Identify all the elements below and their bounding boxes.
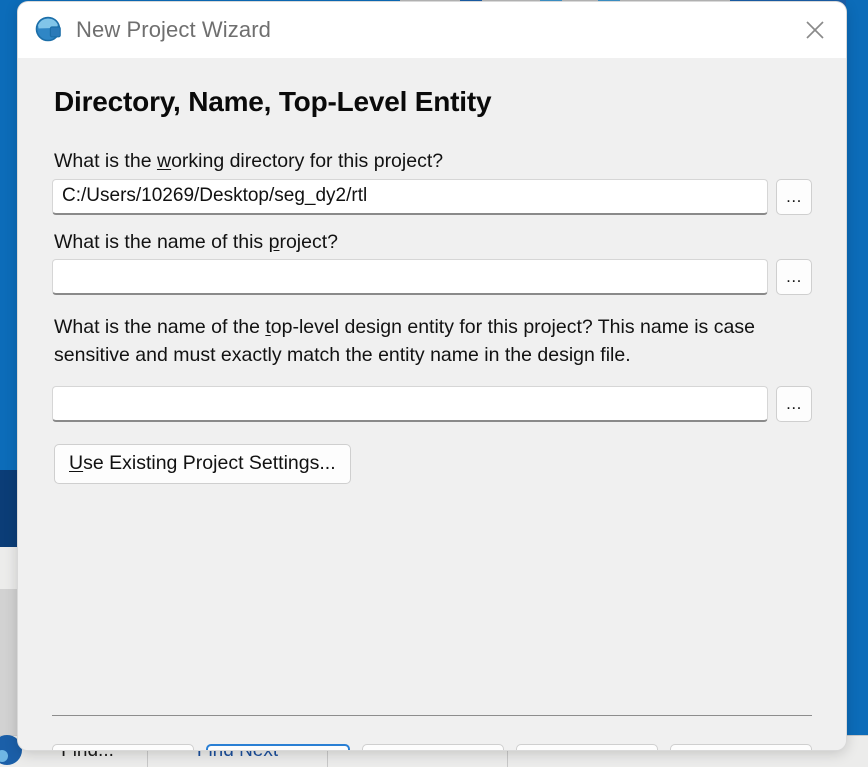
background-left-blue-panel — [0, 0, 20, 470]
top-level-entity-label: What is the name of the top-level design… — [54, 313, 812, 370]
background-left-light-panel — [0, 547, 20, 589]
label-mnemonic: p — [268, 230, 280, 253]
top-level-entity-input[interactable] — [52, 385, 768, 422]
dialog-body: Directory, Name, Top-Level Entity What i… — [18, 58, 846, 750]
background-left-navy-panel — [0, 470, 20, 547]
label-part: What is the name of the — [54, 316, 266, 338]
working-directory-input[interactable]: C:/Users/10269/Desktop/seg_dy2/rtl — [52, 178, 768, 215]
label-mnemonic: w — [156, 150, 172, 172]
label-part: What is the name of this — [54, 230, 269, 253]
working-directory-row: C:/Users/10269/Desktop/seg_dy2/rtl ... — [52, 178, 812, 215]
page-title: Directory, Name, Top-Level Entity — [54, 86, 492, 117]
label-part: orking directory for this project? — [171, 150, 444, 172]
cancel-button[interactable]: Cancel — [516, 744, 658, 750]
label-part: roject? — [279, 230, 338, 253]
project-name-browse-button[interactable]: ... — [776, 259, 812, 295]
globe-icon — [34, 15, 64, 45]
label-part: What is the — [54, 150, 157, 172]
working-directory-browse-button[interactable]: ... — [776, 178, 812, 215]
button-label: se Existing Project Settings... — [83, 452, 336, 475]
footer-separator — [52, 715, 812, 716]
project-name-input[interactable] — [52, 259, 768, 295]
finish-button[interactable]: Finish — [362, 744, 504, 750]
new-project-wizard-dialog: New Project Wizard Directory, Name, Top-… — [18, 2, 846, 750]
use-existing-project-settings-button[interactable]: Use Existing Project Settings... — [54, 443, 351, 484]
background-right-blue-panel — [846, 0, 868, 767]
button-mnemonic: U — [69, 452, 84, 475]
next-button[interactable]: Next > — [206, 744, 350, 750]
dialog-title: New Project Wizard — [76, 17, 271, 42]
back-button[interactable]: < Back — [52, 744, 194, 750]
close-icon[interactable] — [784, 2, 846, 58]
dialog-button-row: < Back Next > Finish Cancel Help — [52, 744, 812, 750]
project-name-label: What is the name of this project? — [54, 230, 812, 253]
help-button[interactable]: Help — [670, 744, 812, 750]
top-level-entity-browse-button[interactable]: ... — [776, 385, 812, 422]
project-name-row: ... — [52, 259, 812, 295]
dialog-titlebar: New Project Wizard — [18, 2, 846, 58]
working-directory-label: What is the working directory for this p… — [54, 150, 812, 172]
top-level-entity-row: ... — [52, 385, 812, 422]
